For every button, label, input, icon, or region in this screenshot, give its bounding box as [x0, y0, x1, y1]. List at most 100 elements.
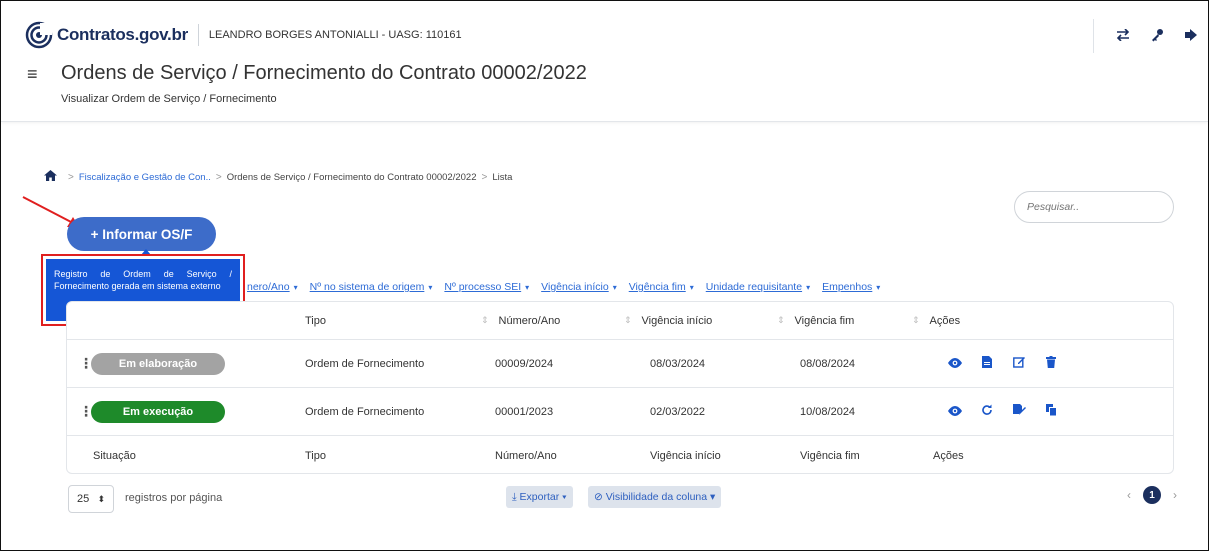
column-visibility-label: Visibilidade da coluna ▾ — [605, 491, 716, 503]
cell-tipo: Ordem de Fornecimento — [305, 405, 425, 418]
filter-vigencia-inicio[interactable]: Vigência início ▾ — [541, 281, 617, 293]
sort-icon: ⇕ — [912, 315, 920, 325]
annotation-arrow — [22, 196, 79, 227]
cell-vigencia-inicio: 02/03/2022 — [650, 405, 706, 418]
caret-down-icon: ▾ — [428, 283, 433, 292]
column-header-acoes: ⇕ Ações — [912, 302, 960, 339]
sort-icon: ⇕ — [777, 315, 785, 325]
caret-down-icon: ▾ — [612, 283, 617, 292]
cell-vigencia-inicio: 08/03/2024 — [650, 357, 706, 370]
footer-label-acoes: Ações — [933, 449, 964, 462]
status-badge-label: Em execução — [91, 400, 225, 423]
per-page-label: registros por página — [125, 492, 223, 504]
column-filters: nero/Ano ▾ Nº no sistema de origem ▾ Nº pr… — [247, 281, 892, 293]
column-header-vigencia-inicio[interactable]: ⇕ Vigência início — [624, 302, 712, 339]
cell-vigencia-fim: 10/08/2024 — [800, 405, 856, 418]
cell-numero: 00009/2024 — [495, 357, 554, 370]
column-header-vigencia-fim[interactable]: ⇕ Vigência fim — [777, 302, 854, 339]
row-actions — [939, 340, 1067, 387]
filter-label: Empenhos — [822, 281, 873, 293]
caret-down-icon: ▾ — [876, 283, 881, 292]
filter-empenhos[interactable]: Empenhos ▾ — [822, 281, 880, 293]
breadcrumb-separator: > — [215, 171, 222, 183]
filter-label: nero/Ano — [247, 281, 290, 293]
table-row: ⋮ Em execução Ordem de Fornecimento 0000… — [67, 388, 1173, 436]
status-badge: Em execução — [91, 388, 225, 435]
caret-down-icon: ▾ — [293, 283, 298, 292]
orders-table: Tipo ⇕ Número/Ano ⇕ Vigência início ⇕ Vigên… — [66, 301, 1174, 474]
footer-label-vigencia-inicio: Vigência início — [650, 449, 721, 462]
status-badge: Em elaboração — [91, 340, 225, 387]
filter-unidade-requisitante[interactable]: Unidade requisitante ▾ — [706, 281, 810, 293]
breadcrumb-link-fiscalizacao[interactable]: Fiscalização e Gestão de Con.. — [79, 172, 211, 183]
eye-slash-icon: ⊘ — [594, 491, 606, 503]
cell-numero: 00001/2023 — [495, 405, 554, 418]
logo-divider — [197, 24, 199, 46]
footer-label-vigencia-fim: Vigência fim — [800, 449, 860, 462]
header-divider — [1093, 19, 1094, 53]
breadcrumb-separator: > — [481, 171, 488, 183]
column-header-tipo[interactable]: Tipo — [305, 302, 326, 339]
page-title: Ordens de Serviço / Fornecimento do Cont… — [61, 62, 587, 84]
filter-label: Vigência fim — [628, 281, 686, 293]
export-button[interactable]: ⤓ Exportar ▾ — [506, 486, 573, 508]
header-actions — [1093, 19, 1208, 53]
row-actions — [939, 388, 1067, 435]
caret-down-icon: ▾ — [806, 283, 811, 292]
top-header: Contratos.gov.br LEANDRO BORGES ANTONIAL… — [1, 1, 1208, 122]
page-subtitle: Visualizar Ordem de Serviço / Fornecimen… — [61, 93, 277, 105]
breadcrumb-item-lista: Lista — [492, 171, 513, 183]
footer-label-situacao: Situação — [93, 449, 136, 462]
filter-label: Nº no sistema de origem — [309, 281, 425, 293]
filter-processo-sei[interactable]: Nº processo SEI ▾ — [444, 281, 529, 293]
updown-icon: ⬍ — [97, 493, 105, 504]
status-badge-label: Em elaboração — [91, 352, 225, 375]
logout-icon[interactable] — [1174, 28, 1208, 44]
sign-document-icon[interactable] — [1003, 404, 1035, 419]
column-header-label: Número/Ano — [498, 314, 561, 327]
filter-vigencia-fim[interactable]: Vigência fim ▾ — [629, 281, 694, 293]
column-header-numero[interactable]: ⇕ Número/Ano — [481, 302, 560, 339]
view-eye-icon[interactable] — [939, 405, 971, 419]
per-page-value: 25 — [77, 493, 90, 505]
pdf-document-icon[interactable] — [971, 356, 1003, 371]
per-page-select[interactable]: 25 ⬍ — [68, 485, 114, 513]
sort-icon: ⇕ — [624, 315, 632, 325]
edit-icon[interactable] — [1003, 356, 1035, 371]
delete-trash-icon[interactable] — [1035, 356, 1067, 371]
copy-icon[interactable] — [1035, 404, 1067, 419]
key-icon[interactable] — [1140, 28, 1174, 45]
caret-down-icon: ▾ — [525, 283, 530, 292]
table-header-row: Tipo ⇕ Número/Ano ⇕ Vigência início ⇕ Vigên… — [67, 302, 1173, 340]
next-page-icon[interactable]: › — [1167, 488, 1183, 502]
column-visibility-button[interactable]: ⊘ Visibilidade da coluna ▾ — [588, 486, 722, 508]
filter-sistema-origem[interactable]: Nº no sistema de origem ▾ — [310, 281, 433, 293]
column-header-label: Ações — [929, 314, 961, 327]
user-info: LEANDRO BORGES ANTONIALLI - UASG: 110161 — [208, 29, 462, 41]
cell-tipo: Ordem de Fornecimento — [305, 357, 425, 370]
filter-label: Vigência início — [541, 281, 609, 293]
filter-label: Nº processo SEI — [444, 281, 522, 293]
table-footer-row: Situação Tipo Número/Ano Vigência início… — [67, 436, 1173, 473]
view-eye-icon[interactable] — [939, 357, 971, 371]
column-header-label: Vigência fim — [794, 314, 855, 327]
refresh-icon[interactable] — [971, 404, 1003, 419]
breadcrumb: > Fiscalização e Gestão de Con.. > Orden… — [44, 170, 512, 184]
filter-label: Unidade requisitante — [705, 281, 803, 293]
prev-page-icon[interactable]: ‹ — [1121, 488, 1137, 502]
informar-osf-button[interactable]: + Informar OS/F — [67, 217, 216, 251]
table-row: ⋮ Em elaboração Ordem de Fornecimento 00… — [67, 340, 1173, 388]
pagination: ‹ 1 › — [1121, 486, 1183, 504]
caret-down-icon: ▾ — [689, 283, 694, 292]
footer-label-tipo: Tipo — [305, 449, 326, 462]
current-page[interactable]: 1 — [1143, 486, 1161, 504]
filter-numero-ano[interactable]: nero/Ano ▾ — [247, 281, 298, 293]
search-input[interactable] — [1014, 191, 1174, 223]
cell-vigencia-fim: 08/08/2024 — [800, 357, 856, 370]
column-header-label: Tipo — [305, 314, 326, 327]
footer-label-numero: Número/Ano — [495, 449, 557, 462]
switch-icon[interactable] — [1106, 28, 1140, 44]
sort-icon: ⇕ — [481, 315, 489, 325]
breadcrumb-item-ordens: Ordens de Serviço / Fornecimento do Cont… — [226, 171, 477, 183]
column-header-label: Vigência início — [641, 314, 713, 327]
